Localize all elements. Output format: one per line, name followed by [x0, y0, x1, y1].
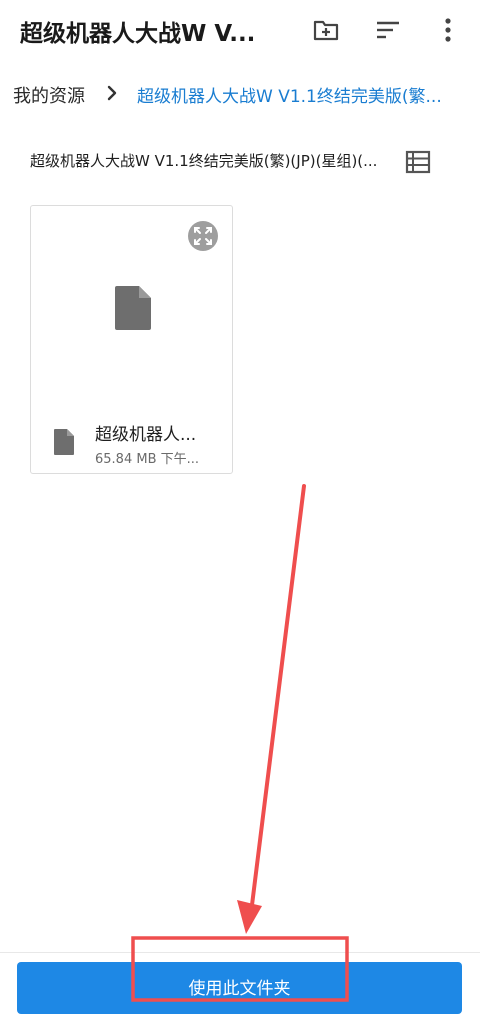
file-type-icon	[54, 429, 74, 455]
more-vert-icon[interactable]	[434, 16, 462, 44]
expand-icon[interactable]	[187, 220, 219, 252]
file-meta: 65.84 MB 下午...	[95, 452, 200, 467]
breadcrumb: 我的资源 超级机器人大战W V1.1终结完美版(繁...	[0, 72, 480, 114]
file-card[interactable]: 超级机器人... 65.84 MB 下午...	[30, 205, 233, 474]
list-view-icon[interactable]	[405, 150, 431, 174]
use-folder-button[interactable]: 使用此文件夹	[17, 962, 462, 1014]
breadcrumb-current[interactable]: 超级机器人大战W V1.1终结完美版(繁...	[137, 82, 442, 107]
file-name: 超级机器人...	[95, 425, 197, 445]
folder-title: 超级机器人大战W V1.1终结完美版(繁)(JP)(星组)(...	[30, 152, 378, 170]
app-bar-title: 超级机器人大战W V...	[20, 21, 256, 47]
annotation-arrow-head	[237, 900, 262, 934]
new-folder-icon[interactable]	[312, 16, 340, 44]
breadcrumb-root[interactable]: 我的资源	[13, 82, 85, 108]
sort-icon[interactable]	[374, 16, 402, 44]
file-icon	[115, 286, 151, 330]
annotation-arrow-shaft	[250, 484, 306, 907]
chevron-right-icon	[107, 85, 117, 101]
app-bar: 超级机器人大战W V...	[0, 0, 480, 62]
